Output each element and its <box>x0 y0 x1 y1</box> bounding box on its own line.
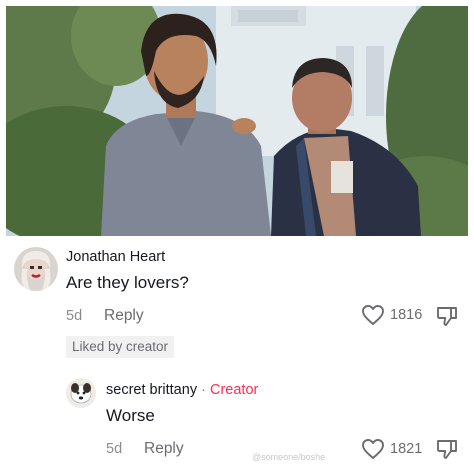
like-count: 1816 <box>390 307 423 323</box>
avatar[interactable] <box>66 378 96 408</box>
comment-username[interactable]: Jonathan Heart <box>66 249 165 265</box>
dislike-button[interactable] <box>436 438 458 465</box>
reply-username-line: secret brittany · Creator <box>106 382 258 398</box>
liked-by-creator-badge: Liked by creator <box>66 336 175 358</box>
like-button[interactable]: 1816 <box>361 304 422 326</box>
reply-button[interactable]: Reply <box>104 307 144 325</box>
comment-text: Are they lovers? <box>66 273 189 292</box>
thumbs-down-outline-icon <box>437 440 457 459</box>
separator-dot: · <box>201 382 206 398</box>
reply-username[interactable]: secret brittany <box>106 382 197 398</box>
reply-button[interactable]: Reply <box>144 440 184 458</box>
thumbs-down-outline-icon <box>437 307 457 326</box>
watermark: @someone/boshe <box>252 452 326 462</box>
heart-outline-icon <box>362 305 384 325</box>
reply-age: 5d <box>106 441 123 457</box>
avatar[interactable] <box>14 247 58 291</box>
post-image <box>6 6 468 236</box>
like-count: 1821 <box>390 441 423 457</box>
dislike-button[interactable] <box>436 305 458 332</box>
reply-text: Worse <box>106 406 155 425</box>
creator-badge: Creator <box>209 382 259 398</box>
like-button[interactable]: 1821 <box>361 438 422 460</box>
comment-age: 5d <box>66 308 83 324</box>
heart-outline-icon <box>362 439 384 459</box>
